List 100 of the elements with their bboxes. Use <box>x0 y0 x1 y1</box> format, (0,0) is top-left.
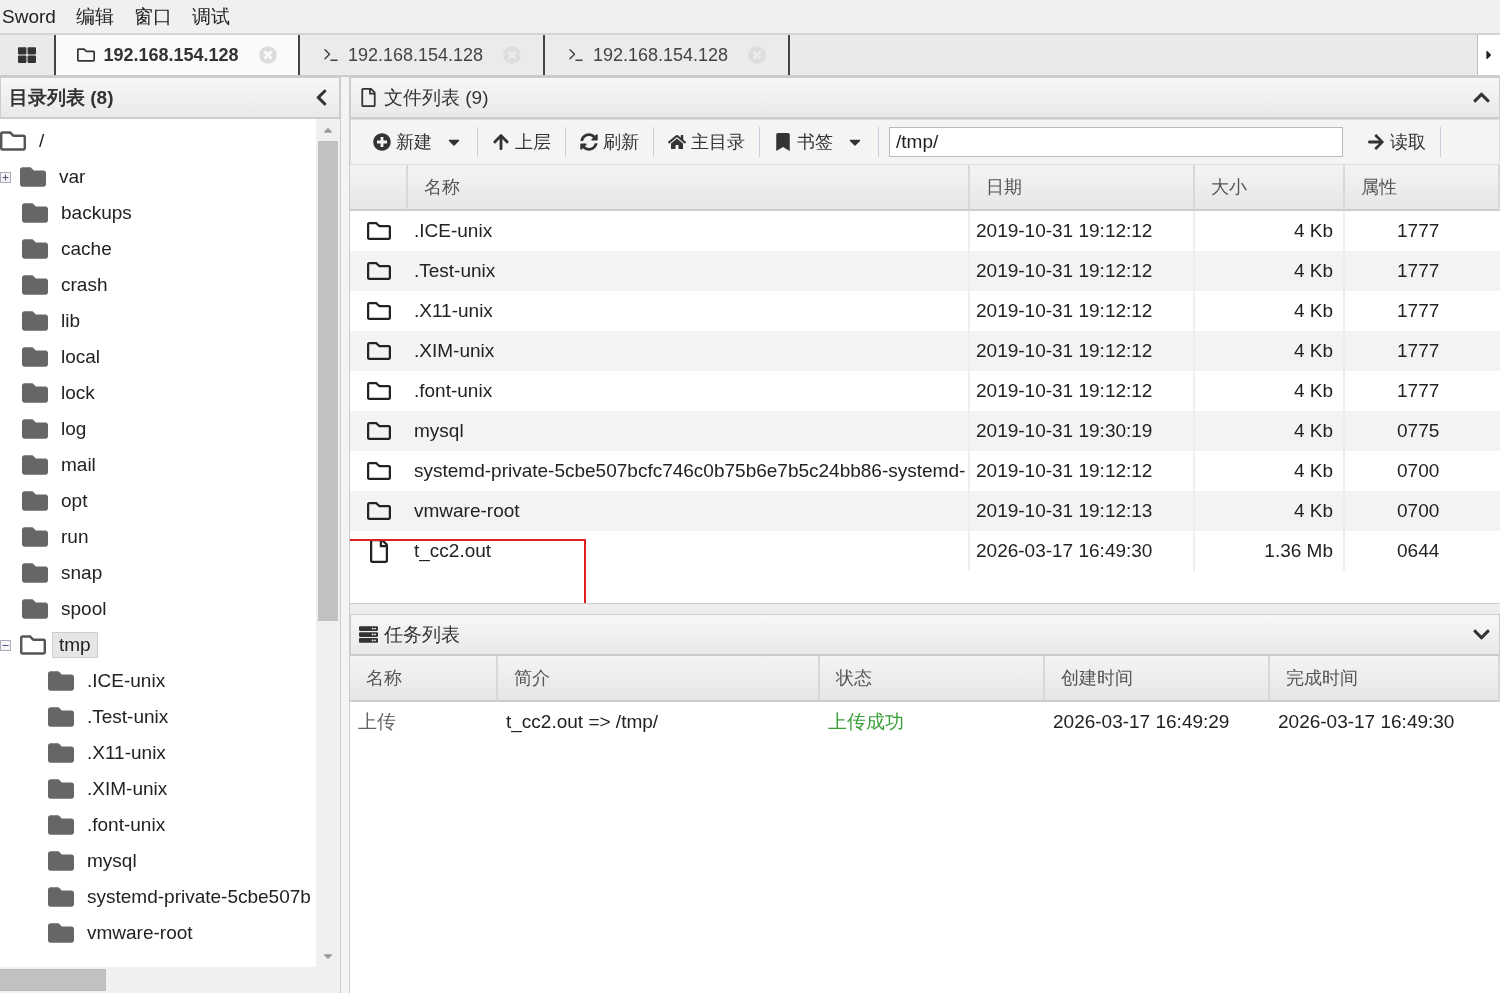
table-cell[interactable]: mysql <box>408 411 970 451</box>
home-icon <box>668 133 686 151</box>
tree-item[interactable]: crash <box>54 272 115 298</box>
folder-icon <box>48 920 74 946</box>
column-header[interactable]: 名称 <box>350 656 498 702</box>
table-cell: 4 Kb <box>1195 411 1345 451</box>
table-cell: 0700 <box>1345 491 1500 531</box>
list-icon <box>359 625 378 644</box>
toolbar-button[interactable]: 上层 <box>478 127 566 157</box>
table-cell: 4 Kb <box>1195 491 1345 531</box>
column-header[interactable]: 简介 <box>498 656 820 702</box>
table-cell: 2019-10-31 19:30:19 <box>970 411 1195 451</box>
table-cell: 2019-10-31 19:12:12 <box>970 251 1195 291</box>
menu-item[interactable]: 编辑 <box>75 3 114 30</box>
folder-icon <box>22 596 48 622</box>
table-cell: 1777 <box>1345 331 1500 371</box>
table-cell[interactable]: .XIM-unix <box>408 331 970 371</box>
tree-item[interactable]: log <box>54 416 94 442</box>
tree-item[interactable]: .XIM-unix <box>80 776 175 802</box>
table-cell: 0775 <box>1345 411 1500 451</box>
column-header[interactable]: 名称 <box>408 165 970 211</box>
table-cell: 2019-10-31 19:12:13 <box>970 491 1195 531</box>
file-icon <box>359 88 378 107</box>
up-arrow-icon <box>492 133 510 151</box>
folder-icon <box>22 308 48 334</box>
folder-icon <box>77 46 96 64</box>
tree-item[interactable]: tmp <box>52 632 98 658</box>
folder-icon <box>367 219 391 243</box>
tree-item[interactable]: var <box>52 164 93 190</box>
tree-item[interactable]: mysql <box>80 848 144 874</box>
tree-item[interactable]: .X11-unix <box>80 740 173 766</box>
toolbar-button[interactable]: 刷新 <box>566 127 654 157</box>
folder-icon <box>48 776 74 802</box>
tree-item[interactable]: mail <box>54 452 103 478</box>
folder-icon <box>22 452 48 478</box>
tree-item[interactable]: snap <box>54 560 110 586</box>
tree-item[interactable]: vmware-root <box>80 920 200 946</box>
table-cell[interactable]: vmware-root <box>408 491 970 531</box>
tree-item[interactable]: lib <box>54 308 87 334</box>
expand-icon[interactable] <box>0 171 11 183</box>
table-cell: 4 Kb <box>1195 251 1345 291</box>
tree-item[interactable]: lock <box>54 380 102 406</box>
tab[interactable]: 192.168.154.128 <box>56 35 300 75</box>
toolbar-button[interactable]: 主目录 <box>654 127 760 157</box>
column-header[interactable]: 日期 <box>970 165 1195 211</box>
tree-item[interactable]: local <box>54 344 108 370</box>
close-icon[interactable] <box>258 46 277 64</box>
tree-item[interactable]: .Test-unix <box>80 704 176 730</box>
tree-item[interactable]: / <box>32 128 52 154</box>
collapse-icon[interactable] <box>0 639 11 651</box>
read-button[interactable]: 读取 <box>1353 127 1441 157</box>
panel-title: 目录列表 (8) <box>9 86 114 108</box>
folder-icon <box>48 848 74 874</box>
folder-icon <box>22 524 48 550</box>
folder-icon <box>367 499 391 523</box>
splitter[interactable] <box>350 603 1500 614</box>
panel-title: 任务列表 <box>384 622 461 647</box>
folder-icon <box>367 339 391 363</box>
folder-icon <box>22 416 48 442</box>
toolbar-button[interactable]: 书签 <box>760 127 879 157</box>
folder-icon <box>367 379 391 403</box>
tree-item[interactable]: run <box>54 524 96 550</box>
column-header[interactable]: 创建时间 <box>1045 656 1270 702</box>
column-header[interactable]: 完成时间 <box>1270 656 1500 702</box>
folder-icon <box>367 259 391 283</box>
folder-icon <box>367 419 391 443</box>
tree-item[interactable]: .ICE-unix <box>80 668 173 694</box>
folder-icon <box>20 164 46 190</box>
column-header[interactable]: 状态 <box>820 656 1045 702</box>
scrollbar[interactable] <box>0 967 340 993</box>
bookmark-icon <box>774 133 792 151</box>
file-icon <box>367 539 391 563</box>
column-header[interactable]: 大小 <box>1195 165 1345 211</box>
folder-icon <box>48 740 74 766</box>
folder-icon <box>48 884 74 910</box>
tree-item[interactable]: spool <box>54 596 114 622</box>
scroll-right-icon[interactable] <box>1477 35 1500 75</box>
menu-item[interactable]: 调试 <box>191 3 230 30</box>
toolbar-button[interactable]: 新建 <box>359 127 478 157</box>
terminal-icon <box>321 46 340 64</box>
table-cell: 1777 <box>1345 251 1500 291</box>
folder-icon <box>48 668 74 694</box>
menu-item[interactable]: Sword <box>2 5 56 28</box>
folder-icon <box>22 560 48 586</box>
folder-icon <box>22 344 48 370</box>
menu-item[interactable]: 窗口 <box>133 3 172 30</box>
table-cell: 4 Kb <box>1195 331 1345 371</box>
tree-item[interactable]: backups <box>54 200 139 226</box>
column-header[interactable]: 属性 <box>1345 165 1500 211</box>
refresh-icon <box>580 133 598 151</box>
tree-item[interactable]: .font-unix <box>80 812 173 838</box>
tree-item[interactable]: opt <box>54 488 95 514</box>
path-field[interactable]: /tmp/ <box>889 127 1343 157</box>
tree-item[interactable]: cache <box>54 236 119 262</box>
tree-item[interactable]: systemd-private-5cbe507b <box>80 884 316 910</box>
terminal-icon <box>566 46 585 64</box>
folder-icon <box>22 380 48 406</box>
panel-title: 文件列表 (9) <box>384 85 490 110</box>
scrollbar[interactable] <box>316 119 340 967</box>
table-cell[interactable]: .Test-unix <box>408 251 970 291</box>
